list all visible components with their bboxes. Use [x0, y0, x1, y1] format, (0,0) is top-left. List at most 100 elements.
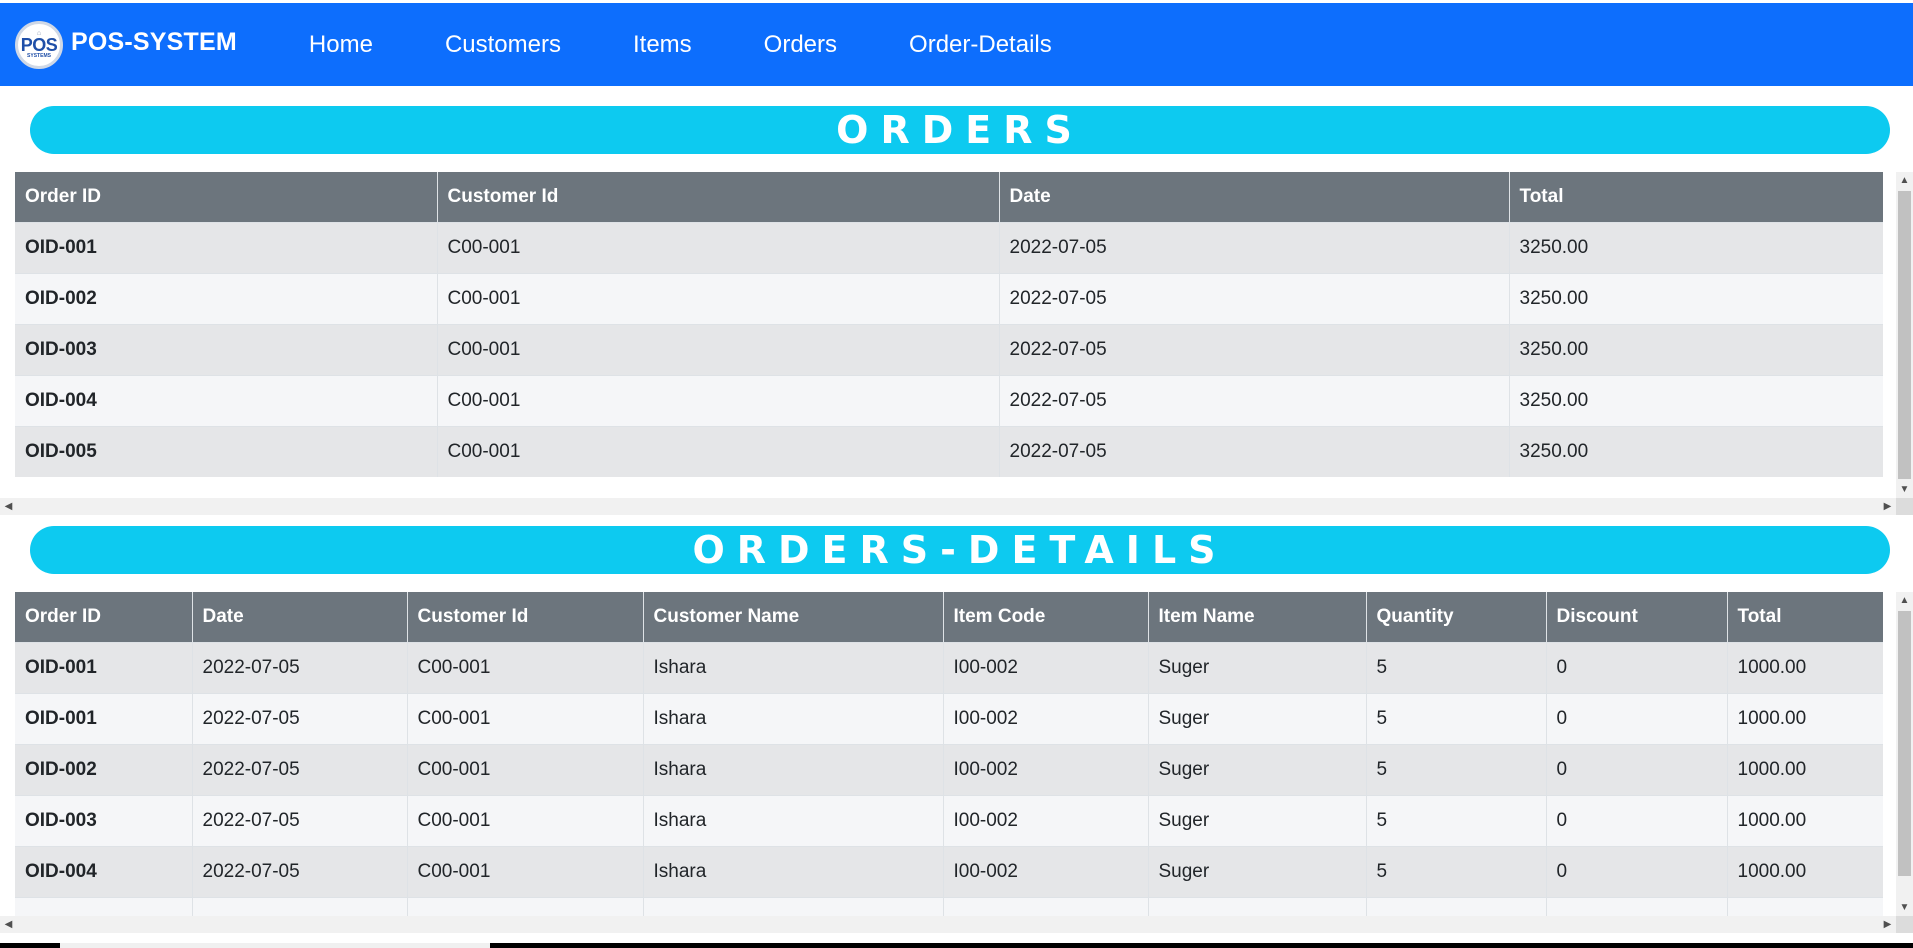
discount-cell: 0: [1546, 794, 1728, 846]
customer-name-cell: Ishara: [643, 743, 944, 795]
item-name-cell: Suger: [1148, 794, 1367, 846]
total-cell: 3250.00: [1509, 272, 1883, 324]
scroll-thumb[interactable]: [1898, 191, 1911, 479]
order-details-header-row: Order ID Date Customer Id Customer Name …: [15, 592, 1883, 642]
discount-cell: 0: [1546, 641, 1728, 693]
customer-id-cell: C00-001: [407, 794, 644, 846]
order-id-cell: OID-005: [15, 425, 438, 477]
order-details-table-scroll: Order ID Date Customer Id Customer Name …: [15, 592, 1883, 916]
date-cell: 2022-07-05: [192, 641, 408, 693]
item-code-cell: I00-002: [943, 692, 1149, 744]
orders-table-scroll: Order ID Customer Id Date Total OID-001 …: [15, 172, 1883, 481]
order-details-vertical-scrollbar[interactable]: ▲ ▼: [1896, 592, 1913, 916]
table-row[interactable]: OID-001 C00-001 2022-07-05 3250.00: [15, 221, 1883, 273]
table-row[interactable]: OID-004 C00-001 2022-07-05 3250.00: [15, 374, 1883, 426]
order-id-cell: OID-002: [15, 743, 193, 795]
customer-id-cell: C00-001: [407, 743, 644, 795]
nav-order-details[interactable]: Order-Details: [909, 31, 1052, 59]
page: ⌂ POS SYSTEMS POS-SYSTEM Home Customers …: [0, 0, 1913, 948]
table-row[interactable]: OID-003 C00-001 2022-07-05 3250.00: [15, 323, 1883, 375]
scroll-up-arrow-icon[interactable]: ▲: [1896, 592, 1913, 609]
table-row[interactable]: OID-002 2022-07-05 C00-001 Ishara I00-00…: [15, 743, 1883, 795]
discount-cell: [1546, 896, 1728, 916]
scroll-left-arrow-icon[interactable]: ◀: [0, 498, 17, 515]
scroll-up-arrow-icon[interactable]: ▲: [1896, 172, 1913, 189]
order-details-panel: Order ID Date Customer Id Customer Name …: [0, 592, 1913, 940]
scroll-down-arrow-icon[interactable]: ▼: [1896, 899, 1913, 916]
quantity-cell: 5: [1366, 743, 1547, 795]
pos-logo-icon: ⌂ POS SYSTEMS: [15, 20, 63, 69]
column-header[interactable]: Discount: [1546, 592, 1728, 642]
table-row[interactable]: OID-003 2022-07-05 C00-001 Ishara I00-00…: [15, 794, 1883, 846]
order-id-cell: OID-003: [15, 323, 438, 375]
customer-id-cell: [407, 896, 644, 916]
table-row[interactable]: OID-004 2022-07-05 C00-001 Ishara I00-00…: [15, 845, 1883, 897]
column-header[interactable]: Total: [1727, 592, 1883, 642]
orders-header-row: Order ID Customer Id Date Total: [15, 172, 1883, 222]
orders-vertical-scrollbar[interactable]: ▲ ▼: [1896, 172, 1913, 498]
scrollbar-corner: [1896, 916, 1913, 933]
brand-name: POS-SYSTEM: [71, 27, 237, 56]
customer-name-cell: Ishara: [643, 641, 944, 693]
brand[interactable]: ⌂ POS SYSTEMS POS-SYSTEM: [15, 20, 237, 69]
customer-name-cell: Ishara: [643, 692, 944, 744]
nav-customers[interactable]: Customers: [445, 31, 561, 59]
discount-cell: 0: [1546, 845, 1728, 897]
item-name-cell: [1148, 896, 1367, 916]
item-name-cell: Suger: [1148, 845, 1367, 897]
main-nav: Home Customers Items Orders Order-Detail…: [309, 31, 1124, 59]
column-header[interactable]: Total: [1509, 172, 1883, 222]
column-header[interactable]: Date: [999, 172, 1510, 222]
order-details-horizontal-scrollbar[interactable]: ◀ ▶: [0, 916, 1896, 933]
nav-orders[interactable]: Orders: [764, 31, 837, 59]
column-header[interactable]: Quantity: [1366, 592, 1547, 642]
column-header[interactable]: Customer Id: [437, 172, 1000, 222]
orders-horizontal-scrollbar[interactable]: ◀ ▶: [0, 498, 1896, 515]
total-cell: 1000.00: [1727, 641, 1883, 693]
nav-items[interactable]: Items: [633, 31, 692, 59]
date-cell: [192, 896, 408, 916]
column-header[interactable]: Item Name: [1148, 592, 1367, 642]
total-cell: 1000.00: [1727, 692, 1883, 744]
scroll-thumb[interactable]: [1898, 611, 1911, 876]
order-id-cell: OID-002: [15, 272, 438, 324]
column-header[interactable]: Customer Name: [643, 592, 944, 642]
table-row[interactable]: OID-002 C00-001 2022-07-05 3250.00: [15, 272, 1883, 324]
date-cell: 2022-07-05: [192, 845, 408, 897]
orders-table: Order ID Customer Id Date Total OID-001 …: [15, 172, 1883, 477]
bottom-edge: [0, 943, 1913, 948]
table-row[interactable]: OID-001 2022-07-05 C00-001 Ishara I00-00…: [15, 641, 1883, 693]
column-header[interactable]: Date: [192, 592, 408, 642]
customer-id-cell: C00-001: [437, 272, 1000, 324]
table-row[interactable]: OID-005 C00-001 2022-07-05 3250.00: [15, 425, 1883, 477]
item-name-cell: Suger: [1148, 692, 1367, 744]
scroll-right-arrow-icon[interactable]: ▶: [1879, 498, 1896, 515]
column-header[interactable]: Order ID: [15, 172, 438, 222]
scroll-left-arrow-icon[interactable]: ◀: [0, 916, 17, 933]
quantity-cell: 5: [1366, 845, 1547, 897]
item-code-cell: I00-002: [943, 794, 1149, 846]
total-cell: 1000.00: [1727, 845, 1883, 897]
customer-id-cell: C00-001: [437, 221, 1000, 273]
quantity-cell: 5: [1366, 692, 1547, 744]
table-row[interactable]: OID-001 2022-07-05 C00-001 Ishara I00-00…: [15, 692, 1883, 744]
order-id-cell: OID-001: [15, 221, 438, 273]
order-id-cell: OID-001: [15, 692, 193, 744]
customer-id-cell: C00-001: [407, 641, 644, 693]
order-details-title: ORDERS-DETAILS: [30, 526, 1890, 574]
item-code-cell: I00-002: [943, 743, 1149, 795]
item-code-cell: I00-002: [943, 641, 1149, 693]
customer-name-cell: [643, 896, 944, 916]
scroll-down-arrow-icon[interactable]: ▼: [1896, 481, 1913, 498]
order-id-cell: OID-003: [15, 794, 193, 846]
column-header[interactable]: Order ID: [15, 592, 193, 642]
quantity-cell: [1366, 896, 1547, 916]
scroll-right-arrow-icon[interactable]: ▶: [1879, 916, 1896, 933]
table-row[interactable]: [15, 896, 1883, 916]
column-header[interactable]: Customer Id: [407, 592, 644, 642]
nav-home[interactable]: Home: [309, 31, 373, 59]
quantity-cell: 5: [1366, 794, 1547, 846]
customer-id-cell: C00-001: [437, 374, 1000, 426]
customer-id-cell: C00-001: [437, 425, 1000, 477]
column-header[interactable]: Item Code: [943, 592, 1149, 642]
